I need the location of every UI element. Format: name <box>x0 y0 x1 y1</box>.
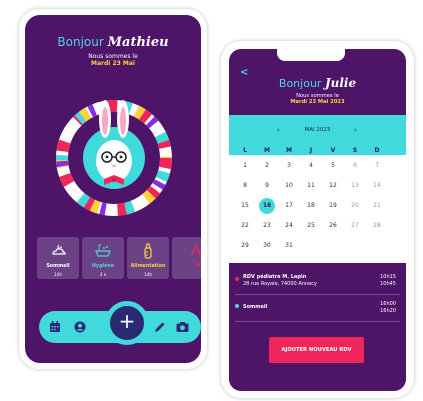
calendar-day[interactable]: 3 <box>281 158 297 174</box>
weekday-mon: L <box>243 147 247 154</box>
greeting-text: Bonjour <box>57 35 104 49</box>
weekday-sat: S <box>352 147 358 154</box>
card-partial[interactable]: M <box>172 237 201 279</box>
calendar-day[interactable]: 17 <box>281 198 297 214</box>
greeting-text: Bonjour <box>278 77 322 90</box>
home-phone: Bonjour Mathieu Nous sommes le Mardi 23 … <box>19 9 207 369</box>
divider <box>235 321 400 322</box>
add-entry-button[interactable]: + <box>105 301 149 345</box>
current-date: Mardi 23 Mai 2023 <box>290 99 345 105</box>
calendar-day[interactable]: 2 <box>259 158 275 174</box>
calendar-day[interactable]: 9 <box>259 178 275 194</box>
calendar-day[interactable]: 4 <box>303 158 319 174</box>
event-dot <box>235 304 239 308</box>
calendar-day[interactable]: 11 <box>303 178 319 194</box>
calendar-day[interactable]: 14 <box>369 178 385 194</box>
calendar-day[interactable]: 18 <box>303 198 319 214</box>
bathtub-icon <box>95 244 111 257</box>
divider <box>235 294 400 295</box>
date-prefix: Nous sommes le <box>88 53 138 60</box>
calendar-day[interactable]: 6 <box>347 158 363 174</box>
weekday-wed: M <box>286 147 292 154</box>
events-list: RDV pédiatre M. Lapin 28 rue Royale, 740… <box>229 263 406 391</box>
calendar-day[interactable]: 22 <box>237 218 253 234</box>
event-start: 16h00 <box>380 301 396 307</box>
calendar-day[interactable]: 12 <box>325 178 341 194</box>
card-sleep[interactable]: Sommeil 14h <box>37 237 79 279</box>
agenda-greeting: Bonjour Julie Nous sommes le Mardi 23 Ma… <box>229 76 406 105</box>
card-hygiene-value: 3 x <box>99 272 107 277</box>
home-greeting: Bonjour Mathieu Nous sommes le Mardi 23 … <box>25 35 201 67</box>
activity-ring[interactable] <box>55 99 173 217</box>
baby-bottle-icon <box>144 243 152 259</box>
weekday-sun: D <box>374 147 380 154</box>
card-feeding-label: Alimentation <box>130 264 166 269</box>
event-title: RDV pédiatre M. Lapin <box>243 274 307 280</box>
calendar-day[interactable]: 23 <box>259 218 275 234</box>
calendar-day[interactable]: 1 <box>237 158 253 174</box>
card-sleep-value: 14h <box>54 272 62 277</box>
event-item[interactable]: RDV pédiatre M. Lapin 28 rue Royale, 740… <box>229 273 406 293</box>
pencil-icon[interactable] <box>154 321 166 333</box>
card-hygiene-label: Hygiène <box>91 264 115 269</box>
card-feeding-value: 14h <box>144 272 152 277</box>
event-subtitle: 28 rue Royale, 74000 Annecy <box>243 281 317 287</box>
calendar-day[interactable]: 27 <box>347 218 363 234</box>
event-item[interactable]: Sommeil 16h00 16h20 <box>229 300 406 320</box>
calendar-day[interactable]: 24 <box>281 218 297 234</box>
profile-icon[interactable] <box>74 321 86 333</box>
event-title: Sommeil <box>243 304 268 310</box>
weekday-tue: M <box>264 147 270 154</box>
card-sleep-label: Sommeil <box>46 264 70 269</box>
calendar-day[interactable]: 26 <box>325 218 341 234</box>
add-appointment-button[interactable]: AJOUTER NOUVEAU RDV <box>269 337 364 363</box>
event-end: 16h20 <box>380 308 396 314</box>
calendar-grid: 1 2 3 4 5 6 7 8 9 10 11 12 13 14 15 16 17 18 19 20 21 22 23 24 2… <box>229 155 406 263</box>
calendar-day[interactable]: 7 <box>369 158 385 174</box>
calendar-day[interactable]: 13 <box>347 178 363 194</box>
calendar-day[interactable]: 31 <box>281 238 297 254</box>
user-name: Julie <box>324 76 357 90</box>
calendar-day[interactable]: 29 <box>237 238 253 254</box>
phone-notch <box>277 49 345 61</box>
event-dot <box>235 277 239 281</box>
calendar-day[interactable]: 20 <box>347 198 363 214</box>
agenda-phone: < Bonjour Julie Nous sommes le Mardi 23 … <box>221 41 414 398</box>
weekday-thu: J <box>309 147 313 154</box>
calendar-day[interactable]: 19 <box>325 198 341 214</box>
calendar-day-selected[interactable]: 16 <box>259 198 275 214</box>
cloud-moon-icon <box>52 244 66 255</box>
weekday-fri: V <box>330 147 336 154</box>
calendar-day[interactable]: 28 <box>369 218 385 234</box>
partial-card-icon <box>190 243 201 258</box>
calendar-day[interactable]: 15 <box>237 198 253 214</box>
card-partial-label: M <box>195 264 200 269</box>
calendar-day[interactable]: 10 <box>281 178 297 194</box>
next-month-button[interactable]: › <box>354 126 357 134</box>
camera-icon[interactable] <box>176 321 189 333</box>
user-name: Mathieu <box>107 35 169 50</box>
calendar-day[interactable]: 21 <box>369 198 385 214</box>
calendar-day[interactable]: 30 <box>259 238 275 254</box>
card-hygiene[interactable]: Hygiène 3 x <box>82 237 124 279</box>
calendar-icon[interactable] <box>49 321 61 333</box>
calendar-header: ‹ MAI 2023 › L M M J V S D <box>229 115 406 155</box>
calendar-day[interactable]: 25 <box>303 218 319 234</box>
card-feeding[interactable]: Alimentation 14h <box>127 237 169 279</box>
event-start: 10h15 <box>380 274 396 280</box>
activity-cards: Sommeil 14h Hygiène 3 x Alimentation 14h… <box>37 237 201 283</box>
home-screen: Bonjour Mathieu Nous sommes le Mardi 23 … <box>25 15 201 363</box>
current-date: Mardi 23 Mai <box>91 60 135 67</box>
calendar-day[interactable]: 8 <box>237 178 253 194</box>
calendar-day[interactable]: 5 <box>325 158 341 174</box>
month-label: MAI 2023 <box>304 127 331 133</box>
event-end: 10h45 <box>380 281 396 287</box>
